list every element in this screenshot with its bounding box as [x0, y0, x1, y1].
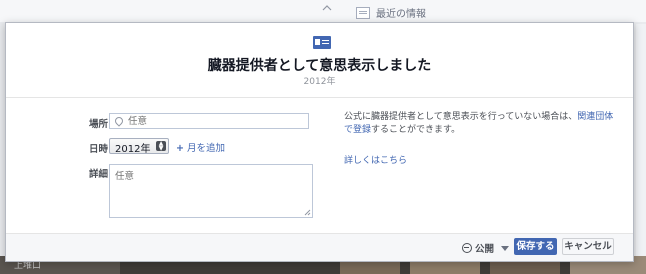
document-icon — [356, 6, 370, 19]
dialog-header: 臓器提供者として意思表示しました 2012年 — [6, 23, 633, 98]
year-value: 2012年 — [115, 144, 151, 155]
place-label: 場所 — [88, 119, 108, 130]
resize-handle-icon[interactable] — [304, 209, 311, 216]
dialog-subtitle: 2012年 — [303, 77, 336, 87]
learn-more-link[interactable]: 詳しくはこちら — [344, 153, 407, 166]
globe-icon — [462, 243, 472, 253]
details-textarea[interactable] — [109, 164, 313, 218]
background-right-column — [636, 24, 646, 256]
chevron-up-icon — [322, 5, 332, 11]
dialog-body: 場所 日時 2012年 ▲▼ +月を追加 詳細 公式に臓器提供者として意思表示を… — [6, 98, 633, 233]
details-label: 詳細 — [88, 169, 108, 180]
audience-selector[interactable]: 公開 — [462, 241, 510, 255]
recent-label-text: 最近の情報 — [376, 9, 426, 20]
caret-down-icon — [501, 245, 510, 251]
plus-icon: + — [176, 143, 184, 154]
audience-label: 公開 — [475, 244, 495, 255]
add-month-link[interactable]: + 月を追加 — [176, 140, 225, 154]
save-button[interactable]: 保存する — [514, 238, 557, 255]
dialog-footer: 公開 保存する キャンセル — [6, 233, 633, 261]
place-field[interactable] — [109, 113, 309, 129]
info-text-after: することができます。 — [371, 125, 461, 135]
select-arrows-icon: ▲ ▼ — [156, 141, 166, 152]
dialog-title: 臓器提供者として意思表示しました — [207, 58, 432, 74]
info-text: 公式に臓器提供者として意思表示を行っていない場合は、 — [344, 112, 578, 122]
background-recent-label[interactable]: 最近の情報 — [356, 5, 426, 20]
id-card-icon — [313, 36, 331, 49]
registration-info: 公式に臓器提供者として意思表示を行っていない場合は、関連団体で登録することができ… — [344, 111, 614, 137]
life-event-dialog: 臓器提供者として意思表示しました 2012年 場所 日時 2012年 ▲▼ +月… — [5, 22, 634, 262]
year-select[interactable]: 2012年 ▲ ▼ — [109, 138, 169, 155]
add-month-label: 月を追加 — [186, 143, 225, 154]
date-label: 日時 — [88, 144, 108, 155]
place-input[interactable] — [128, 115, 303, 127]
cancel-button[interactable]: キャンセル — [562, 238, 614, 255]
location-pin-icon — [113, 115, 125, 127]
